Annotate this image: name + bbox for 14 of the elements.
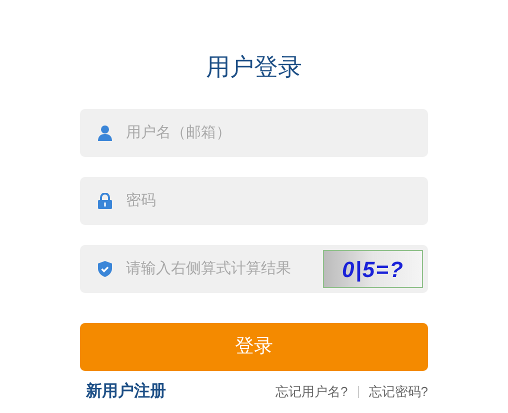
forgot-link[interactable]: 忘记密码? (368, 382, 428, 402)
text-input[interactable]: 密码 (126, 190, 423, 212)
register-link[interactable]: 新用户注册 (86, 380, 166, 404)
text-input[interactable]: 请输入右侧算式计算结果 (126, 258, 309, 280)
captcha-image[interactable]: 0|5=? (323, 250, 423, 288)
forgot-link[interactable]: 忘记用户名? (276, 382, 348, 402)
page-title: 用户登录 (206, 53, 302, 83)
lock-icon (98, 193, 112, 209)
text-input[interactable]: 用户名（邮箱） (126, 122, 423, 144)
input-field[interactable]: 用户名（邮箱） (80, 109, 428, 157)
input-field[interactable]: 请输入右侧算式计算结果 0|5=? (80, 245, 428, 293)
user-icon (98, 125, 112, 141)
input-field[interactable]: 密码 (80, 177, 428, 225)
shield-check-icon (98, 261, 112, 277)
